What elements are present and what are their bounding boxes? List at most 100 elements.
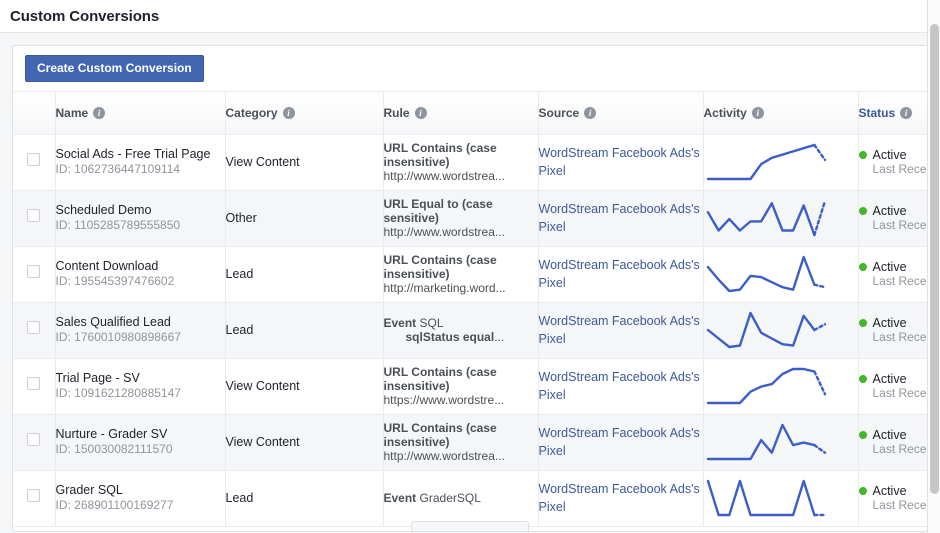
vertical-scrollbar[interactable] xyxy=(927,0,940,533)
source-link[interactable]: WordStream Facebook Ads's Pixel xyxy=(539,370,700,402)
column-header-checkbox xyxy=(13,92,55,134)
table-row[interactable]: Content DownloadID: 195545397476602LeadU… xyxy=(13,246,928,302)
column-header-rule[interactable]: Rulei xyxy=(383,92,538,134)
pagination-button[interactable] xyxy=(411,521,529,532)
category-cell: Lead xyxy=(225,470,383,526)
row-checkbox[interactable] xyxy=(27,433,40,446)
scrollbar-thumb[interactable] xyxy=(930,24,939,494)
name-cell: Trial Page - SVID: 1091621280885147 xyxy=(55,358,225,414)
name-cell: Social Ads - Free Trial PageID: 10627364… xyxy=(55,134,225,190)
status-badge: Active xyxy=(859,204,929,218)
row-checkbox[interactable] xyxy=(27,265,40,278)
rule-type: URL Contains (case insensitive) xyxy=(384,365,538,393)
category-cell: Lead xyxy=(225,246,383,302)
rule-cell: Event GraderSQL xyxy=(383,470,538,526)
category-cell: View Content xyxy=(225,134,383,190)
rule-cell: URL Contains (case insensitive)https://w… xyxy=(383,358,538,414)
row-select-cell[interactable] xyxy=(13,190,55,246)
rule-cell: Event SQLsqlStatus equal... xyxy=(383,302,538,358)
table-row[interactable]: Trial Page - SVID: 1091621280885147View … xyxy=(13,358,928,414)
table-row[interactable]: Grader SQLID: 268901100169277LeadEvent G… xyxy=(13,470,928,526)
category-cell: Lead xyxy=(225,302,383,358)
create-custom-conversion-button[interactable]: Create Custom Conversion xyxy=(25,55,204,82)
status-last-received: Last Received xyxy=(859,386,929,401)
status-dot-icon xyxy=(859,431,867,439)
rule-type: URL Contains (case insensitive) xyxy=(384,253,538,281)
table-row[interactable]: Nurture - Grader SVID: 150030082111570Vi… xyxy=(13,414,928,470)
row-select-cell[interactable] xyxy=(13,302,55,358)
status-cell: ActiveLast Received xyxy=(858,190,928,246)
name-cell: Scheduled DemoID: 1105285789555850 xyxy=(55,190,225,246)
row-select-cell[interactable] xyxy=(13,470,55,526)
source-link[interactable]: WordStream Facebook Ads's Pixel xyxy=(539,426,700,458)
conversion-name: Sales Qualified Lead xyxy=(56,315,225,330)
status-cell: ActiveLast Received xyxy=(858,470,928,526)
conversion-name: Grader SQL xyxy=(56,483,225,498)
column-header-name[interactable]: Namei xyxy=(55,92,225,134)
row-checkbox[interactable] xyxy=(27,489,40,502)
info-icon[interactable]: i xyxy=(283,107,295,119)
source-link[interactable]: WordStream Facebook Ads's Pixel xyxy=(539,314,700,346)
status-label: Active xyxy=(873,428,907,442)
column-header-source[interactable]: Sourcei xyxy=(538,92,703,134)
row-select-cell[interactable] xyxy=(13,246,55,302)
status-badge: Active xyxy=(859,148,929,162)
table-row[interactable]: Sales Qualified LeadID: 1760010980898667… xyxy=(13,302,928,358)
panel-toolbar: Create Custom Conversion xyxy=(13,46,927,92)
pagination xyxy=(13,521,927,532)
rule-event-name: GraderSQL xyxy=(420,491,481,505)
status-dot-icon xyxy=(859,319,867,327)
source-link[interactable]: WordStream Facebook Ads's Pixel xyxy=(539,482,700,514)
row-checkbox[interactable] xyxy=(27,209,40,222)
row-checkbox[interactable] xyxy=(27,321,40,334)
status-dot-icon xyxy=(859,487,867,495)
status-label: Active xyxy=(873,372,907,386)
column-header-category[interactable]: Category i xyxy=(225,92,383,134)
conversion-id: ID: 1062736447109114 xyxy=(56,162,225,177)
status-cell: ActiveLast Received xyxy=(858,134,928,190)
source-link[interactable]: WordStream Facebook Ads's Pixel xyxy=(539,146,700,178)
source-link[interactable]: WordStream Facebook Ads's Pixel xyxy=(539,202,700,234)
conversion-name: Social Ads - Free Trial Page xyxy=(56,147,225,162)
column-header-category-label: Category xyxy=(226,106,278,120)
source-cell: WordStream Facebook Ads's Pixel xyxy=(538,470,703,526)
table-row[interactable]: Social Ads - Free Trial PageID: 10627364… xyxy=(13,134,928,190)
conversion-id: ID: 195545397476602 xyxy=(56,274,225,289)
column-header-activity[interactable]: Activityi xyxy=(703,92,858,134)
rule-cell: URL Equal to (case sensitive)http://www.… xyxy=(383,190,538,246)
status-badge: Active xyxy=(859,260,929,274)
table-row[interactable]: Scheduled DemoID: 1105285789555850OtherU… xyxy=(13,190,928,246)
category-cell: View Content xyxy=(225,358,383,414)
rule-type: Event SQL xyxy=(384,316,538,330)
source-cell: WordStream Facebook Ads's Pixel xyxy=(538,358,703,414)
status-dot-icon xyxy=(859,207,867,215)
info-icon[interactable]: i xyxy=(584,107,596,119)
row-select-cell[interactable] xyxy=(13,134,55,190)
status-badge: Active xyxy=(859,372,929,386)
name-cell: Sales Qualified LeadID: 1760010980898667 xyxy=(55,302,225,358)
activity-cell xyxy=(703,470,858,526)
status-badge: Active xyxy=(859,428,929,442)
row-checkbox[interactable] xyxy=(27,377,40,390)
activity-cell xyxy=(703,134,858,190)
info-icon[interactable]: i xyxy=(415,107,427,119)
status-label: Active xyxy=(873,148,907,162)
rule-cell: URL Contains (case insensitive)http://ww… xyxy=(383,134,538,190)
column-header-status[interactable]: Statusi xyxy=(858,92,928,134)
conversion-name: Scheduled Demo xyxy=(56,203,225,218)
conversion-name: Nurture - Grader SV xyxy=(56,427,225,442)
activity-cell xyxy=(703,358,858,414)
status-dot-icon xyxy=(859,375,867,383)
conversion-name: Content Download xyxy=(56,259,225,274)
info-icon[interactable]: i xyxy=(752,107,764,119)
row-select-cell[interactable] xyxy=(13,414,55,470)
source-link[interactable]: WordStream Facebook Ads's Pixel xyxy=(539,258,700,290)
info-icon[interactable]: i xyxy=(93,107,105,119)
info-icon[interactable]: i xyxy=(900,107,912,119)
row-checkbox[interactable] xyxy=(27,153,40,166)
page-header: Custom Conversions xyxy=(0,0,940,33)
rule-event-name: SQL xyxy=(420,316,444,330)
source-cell: WordStream Facebook Ads's Pixel xyxy=(538,246,703,302)
status-last-received: Last Received xyxy=(859,498,929,513)
row-select-cell[interactable] xyxy=(13,358,55,414)
